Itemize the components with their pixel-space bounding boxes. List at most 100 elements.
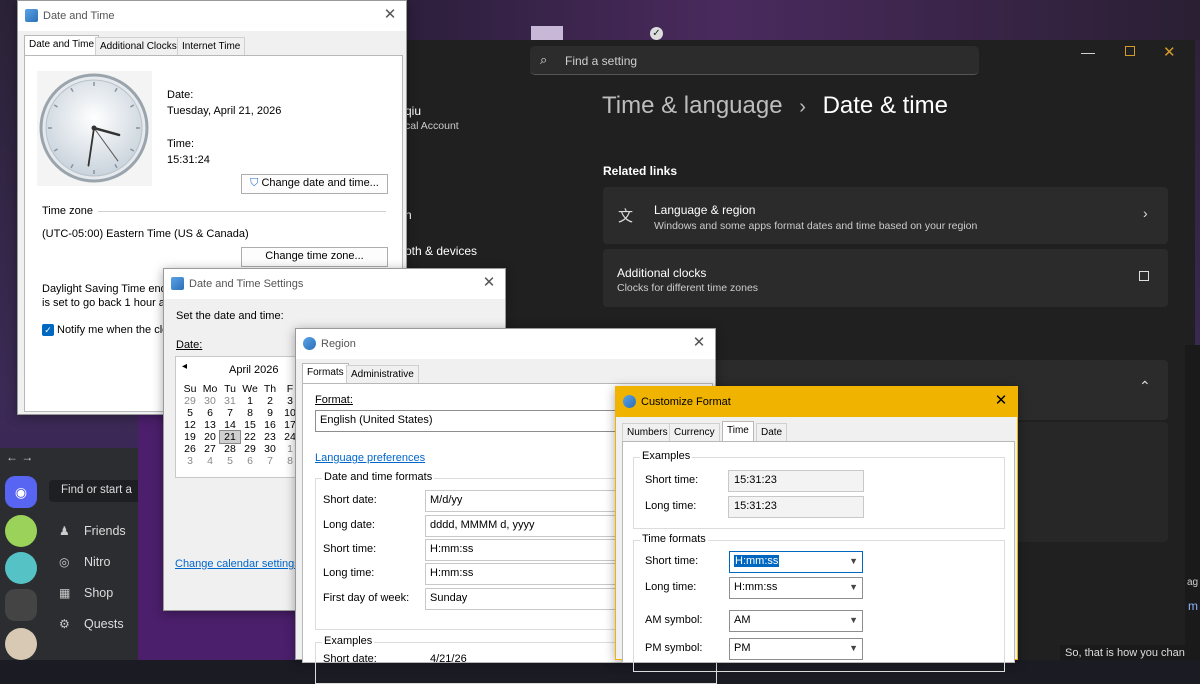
calendar-day[interactable]: 12: [180, 419, 200, 431]
back-arrow-icon[interactable]: ← →: [6, 450, 33, 464]
tab-numbers[interactable]: Numbers: [622, 423, 673, 442]
change-calendar-settings-link[interactable]: Change calendar settings: [175, 558, 300, 570]
calendar-day[interactable]: 16: [260, 419, 280, 431]
example-long-time-value: 15:31:23: [734, 500, 777, 512]
format-select[interactable]: English (United States): [315, 410, 631, 432]
calendar-day[interactable]: 23: [260, 431, 280, 443]
nav-shop[interactable]: Shop: [84, 586, 113, 600]
tab-date[interactable]: Date: [756, 423, 788, 442]
calendar-day[interactable]: 27: [200, 443, 220, 455]
nav-item-bluetooth-devices[interactable]: oth & devices: [405, 244, 477, 258]
short-time-format-value: H:mm:ss: [734, 555, 780, 567]
calendar-day[interactable]: 28: [220, 443, 240, 455]
calendar-day[interactable]: 2: [260, 395, 280, 407]
calendar-day[interactable]: 13: [200, 419, 220, 431]
long-time-format-select[interactable]: H:mm:ss ▼: [729, 577, 863, 599]
window-title: Customize Format: [641, 396, 731, 408]
close-icon[interactable]: ✕: [691, 335, 707, 351]
calendar-day[interactable]: 14: [220, 419, 240, 431]
globe-icon: [623, 395, 636, 408]
calendar-day[interactable]: 1: [240, 395, 260, 407]
calendar[interactable]: ◂ April 2026 Su Mo Tu We Th F 29 30 31 1 2 3 5 6 7 8 9 1…: [175, 356, 305, 478]
external-link-icon: [1139, 271, 1149, 281]
server-icon[interactable]: [5, 628, 37, 660]
close-button[interactable]: ✕: [1163, 43, 1176, 61]
close-icon[interactable]: ✕: [993, 393, 1009, 409]
calendar-day[interactable]: 5: [180, 407, 200, 419]
calendar-day[interactable]: 7: [220, 407, 240, 419]
calendar-day[interactable]: 8: [240, 407, 260, 419]
minimize-button[interactable]: —: [1081, 44, 1095, 60]
server-icon[interactable]: [5, 515, 37, 547]
example-long-time-label: Long time:: [645, 500, 697, 512]
am-symbol-select[interactable]: AM ▼: [729, 610, 863, 632]
language-preferences-link[interactable]: Language preferences: [315, 452, 425, 464]
notify-checkbox[interactable]: ✓: [42, 324, 54, 336]
calendar-day[interactable]: 20: [200, 431, 220, 443]
search-box[interactable]: ⌕ Find a setting: [530, 46, 979, 75]
am-symbol-value: AM: [734, 614, 751, 626]
server-icon[interactable]: [5, 552, 37, 584]
long-date-select[interactable]: dddd, MMMM d, yyyy: [425, 515, 631, 537]
server-icon[interactable]: [5, 589, 37, 621]
calendar-month[interactable]: April 2026: [229, 364, 279, 376]
first-day-select[interactable]: Sunday: [425, 588, 631, 610]
additional-clocks-link[interactable]: Additional clocks Clocks for different t…: [603, 249, 1168, 307]
breadcrumb: Time & language › Date & time: [602, 92, 948, 120]
calendar-day[interactable]: 19: [180, 431, 200, 443]
calendar-day[interactable]: 15: [240, 419, 260, 431]
maximize-button[interactable]: [1125, 46, 1135, 56]
right-edge-app: ag m: [1185, 345, 1200, 660]
calendar-day[interactable]: 9: [260, 407, 280, 419]
edge-text-m: m: [1188, 599, 1198, 613]
tab-formats[interactable]: Formats: [302, 363, 349, 385]
long-time-select[interactable]: H:mm:ss: [425, 563, 631, 585]
short-time-select[interactable]: H:mm:ss: [425, 539, 631, 561]
calendar-day[interactable]: 29: [180, 395, 200, 407]
calendar-day[interactable]: 4: [200, 455, 220, 467]
calendar-day[interactable]: 5: [220, 455, 240, 467]
calendar-day[interactable]: 30: [200, 395, 220, 407]
am-symbol-label: AM symbol:: [645, 614, 703, 626]
calendar-day[interactable]: 29: [240, 443, 260, 455]
change-date-time-button[interactable]: ⛉ Change date and time...: [241, 174, 388, 194]
example-short-date-label: Short date:: [323, 653, 377, 665]
short-date-select[interactable]: M/d/yy: [425, 490, 631, 512]
tab-administrative[interactable]: Administrative: [346, 365, 419, 384]
nav-nitro[interactable]: Nitro: [84, 555, 110, 569]
tab-internet-time[interactable]: Internet Time: [177, 37, 246, 56]
prev-month-button[interactable]: ◂: [182, 361, 187, 372]
calendar-day[interactable]: 22: [240, 431, 260, 443]
short-time-format-select[interactable]: H:mm:ss ▼: [729, 551, 863, 573]
nav-quests[interactable]: Quests: [84, 617, 124, 631]
pm-symbol-value: PM: [734, 642, 751, 654]
breadcrumb-parent[interactable]: Time & language: [602, 92, 783, 119]
globe-icon: [303, 337, 316, 350]
calendar-day[interactable]: 6: [200, 407, 220, 419]
title-bar: Customize Format ✕: [616, 387, 1017, 417]
calendar-day[interactable]: 31: [220, 395, 240, 407]
calendar-day[interactable]: 3: [180, 455, 200, 467]
calendar-day[interactable]: 7: [260, 455, 280, 467]
discord-home-icon[interactable]: ◉: [5, 476, 37, 508]
long-date-label: Long date:: [323, 519, 375, 531]
nav-friends[interactable]: Friends: [84, 524, 126, 538]
calendar-day[interactable]: 26: [180, 443, 200, 455]
tab-date-and-time[interactable]: Date and Time: [24, 35, 100, 57]
change-time-zone-button[interactable]: Change time zone...: [241, 247, 388, 267]
close-icon[interactable]: ✕: [382, 7, 398, 23]
calendar-day[interactable]: 21: [219, 430, 241, 444]
calendar-day[interactable]: 30: [260, 443, 280, 455]
group-title: Examples: [322, 635, 375, 647]
chevron-up-icon[interactable]: ⌃: [1139, 378, 1151, 395]
tab-time[interactable]: Time: [722, 421, 754, 443]
language-region-link[interactable]: 文 Language & region Windows and some app…: [603, 187, 1168, 244]
long-time-label: Long time:: [323, 567, 375, 579]
first-day-label: First day of week:: [323, 592, 410, 604]
pm-symbol-select[interactable]: PM ▼: [729, 638, 863, 660]
close-icon[interactable]: ✕: [481, 275, 497, 291]
clock-app-icon: [171, 277, 184, 290]
tab-additional-clocks[interactable]: Additional Clocks: [95, 37, 182, 56]
calendar-day[interactable]: 6: [240, 455, 260, 467]
tab-currency[interactable]: Currency: [669, 423, 720, 442]
